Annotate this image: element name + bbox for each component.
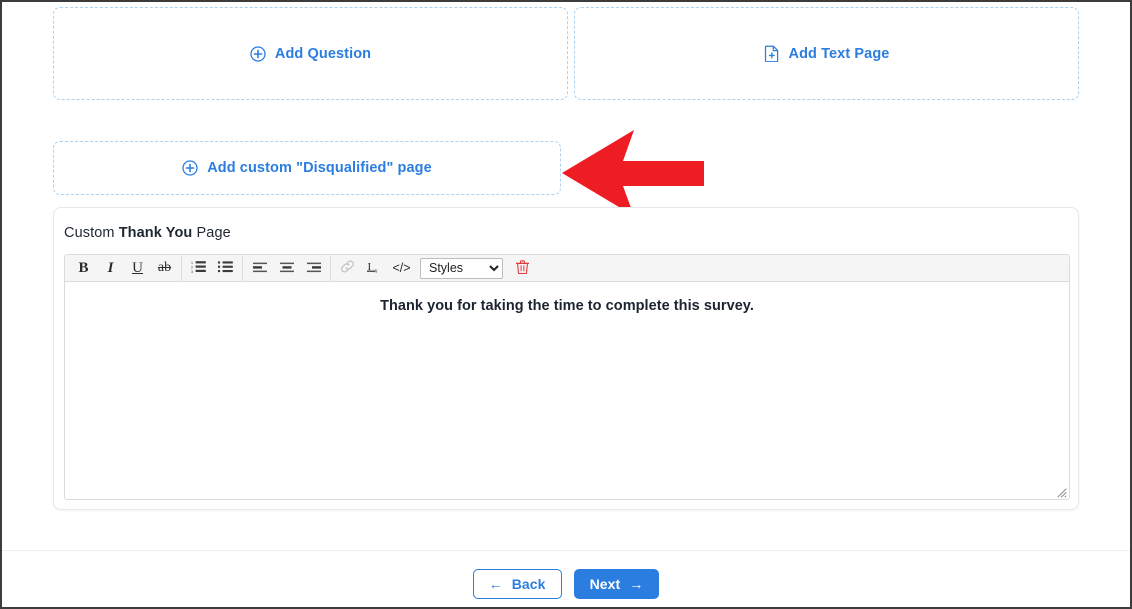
editor-toolbar: B I U ab 1 2 3 I x </> Styles bbox=[65, 255, 1069, 282]
bold-glyph: B bbox=[78, 259, 89, 276]
file-plus-icon bbox=[764, 45, 780, 62]
numbered-list-icon: 1 2 3 bbox=[191, 260, 206, 276]
card-title: Custom Thank You Page bbox=[64, 225, 231, 241]
bulleted-list-icon bbox=[218, 260, 233, 276]
source-code-glyph: </> bbox=[392, 261, 411, 275]
custom-thank-you-page-card: Custom Thank You Page B I U ab 1 2 3 I x… bbox=[53, 207, 1079, 510]
thank-you-message-text[interactable]: Thank you for taking the time to complet… bbox=[79, 298, 1055, 314]
delete-button[interactable] bbox=[509, 257, 536, 280]
numbered-list-button[interactable]: 1 2 3 bbox=[185, 257, 212, 280]
toolbar-group-tools: I x </> Styles bbox=[331, 256, 539, 281]
back-button-label: Back bbox=[511, 576, 546, 592]
add-text-page-button[interactable]: Add Text Page bbox=[574, 7, 1079, 100]
wizard-footer: ← Back Next → bbox=[2, 550, 1130, 607]
add-custom-disqualified-page-button[interactable]: Add custom "Disqualified" page bbox=[53, 141, 561, 195]
back-button[interactable]: ← Back bbox=[472, 569, 562, 599]
rich-text-editor: B I U ab 1 2 3 I x </> Styles Thank you … bbox=[64, 254, 1070, 500]
strikethrough-button[interactable]: ab bbox=[151, 257, 178, 280]
align-right-icon bbox=[306, 261, 321, 276]
toolbar-group-lists: 1 2 3 bbox=[182, 255, 243, 281]
arrow-right-icon: → bbox=[629, 576, 644, 592]
align-center-icon bbox=[279, 261, 294, 276]
svg-text:1: 1 bbox=[191, 261, 193, 265]
next-button-label: Next bbox=[589, 576, 621, 592]
align-left-button[interactable] bbox=[246, 257, 273, 280]
bulleted-list-button[interactable] bbox=[212, 257, 239, 280]
annotation-arrow-left-icon bbox=[560, 128, 706, 218]
align-center-button[interactable] bbox=[273, 257, 300, 280]
align-left-icon bbox=[252, 261, 267, 276]
plus-circle-icon bbox=[250, 45, 266, 62]
link-icon bbox=[340, 259, 355, 277]
add-question-button[interactable]: Add Question bbox=[53, 7, 568, 100]
resize-grip-icon[interactable] bbox=[1055, 485, 1067, 498]
card-title-suffix: Page bbox=[192, 225, 231, 241]
card-title-bold: Thank You bbox=[118, 225, 193, 241]
add-question-label: Add Question bbox=[274, 45, 372, 62]
footer-button-group: ← Back Next → bbox=[2, 569, 1130, 599]
bold-button[interactable]: B bbox=[70, 257, 97, 280]
underline-button[interactable]: U bbox=[124, 257, 151, 280]
app-window: Add Question Add Text Page Add custom "D… bbox=[0, 0, 1132, 609]
plus-circle-icon bbox=[182, 160, 198, 176]
link-button[interactable] bbox=[334, 257, 361, 280]
strikethrough-glyph: ab bbox=[157, 260, 172, 275]
svg-text:3: 3 bbox=[191, 270, 193, 273]
trash-icon bbox=[515, 259, 530, 277]
toolbar-group-inline-format: B I U ab bbox=[67, 255, 182, 281]
toolbar-group-alignment bbox=[243, 255, 331, 281]
arrow-left-icon: ← bbox=[488, 576, 503, 592]
svg-text:x: x bbox=[373, 267, 377, 274]
add-text-page-label: Add Text Page bbox=[788, 45, 890, 62]
next-button[interactable]: Next → bbox=[573, 569, 660, 599]
remove-format-icon: I x bbox=[366, 259, 383, 277]
align-right-button[interactable] bbox=[300, 257, 327, 280]
add-custom-disqualified-page-label: Add custom "Disqualified" page bbox=[207, 160, 432, 176]
editor-content-area[interactable]: Thank you for taking the time to complet… bbox=[65, 282, 1069, 499]
card-title-prefix: Custom bbox=[64, 225, 119, 241]
italic-button[interactable]: I bbox=[97, 257, 124, 280]
italic-glyph: I bbox=[107, 259, 114, 276]
styles-select[interactable]: Styles bbox=[420, 257, 503, 279]
source-code-button[interactable]: </> bbox=[388, 257, 415, 280]
remove-format-button[interactable]: I x bbox=[361, 257, 388, 280]
survey-builder-content: Add Question Add Text Page Add custom "D… bbox=[2, 2, 1130, 550]
underline-glyph: U bbox=[132, 259, 143, 276]
